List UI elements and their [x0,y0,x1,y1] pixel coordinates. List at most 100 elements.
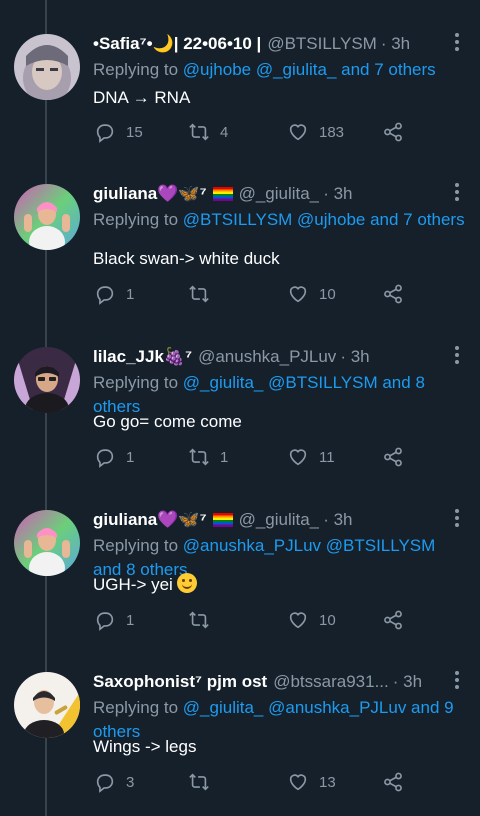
tweet-actions: 3 13 [94,770,414,794]
retweet-icon [189,611,209,629]
more-icon[interactable] [454,671,460,689]
tweet-text: Wings -> legs [93,737,197,756]
share-button[interactable] [382,282,404,306]
tweet[interactable]: Saxophonist⁷ pjm ost @btssara931... · 3h… [0,638,480,800]
like-button[interactable]: 183 [287,120,344,144]
smiling-face-emoji-icon [176,573,197,593]
tweet-header: Saxophonist⁷ pjm ost @btssara931... · 3h [93,669,450,695]
tweet-text: Black swan-> white duck [93,249,280,268]
replying-links[interactable]: @ujhobe @_giulita_ and 7 others [183,60,436,79]
avatar[interactable] [14,347,80,413]
tweet-actions: 15 4 183 [94,120,414,144]
replying-label: Replying to [93,373,179,392]
retweet-count: 1 [220,448,229,466]
timestamp[interactable]: · 3h [340,347,369,367]
like-count: 183 [319,123,345,141]
avatar[interactable] [14,34,80,100]
reply-icon [96,612,114,631]
heart-icon [289,449,307,466]
reply-icon [96,124,114,143]
reply-button[interactable]: 1 [94,608,134,632]
heart-icon [289,612,307,629]
display-name[interactable]: giuliana💜🦋⁷ [93,510,207,530]
replying-links[interactable]: @BTSILLYSM @ujhobe and 7 others [183,210,465,229]
retweet-button[interactable] [188,282,220,306]
retweet-button[interactable] [188,770,220,794]
tweet[interactable]: giuliana💜🦋⁷ @_giulita_ · 3h Replying to … [0,150,480,312]
reply-icon [96,286,114,305]
retweet-button[interactable] [188,608,220,632]
like-button[interactable]: 10 [287,608,336,632]
timestamp[interactable]: · 3h [393,672,422,692]
share-button[interactable] [382,770,404,794]
avatar[interactable] [14,672,80,738]
tweet-header: lilac_JJk🍇⁷ @anushka_PJLuv · 3h [93,344,450,370]
share-icon [384,284,402,304]
heart-icon [289,774,307,791]
reply-button[interactable]: 15 [94,120,143,144]
share-icon [384,610,402,630]
like-button[interactable]: 13 [287,770,336,794]
timestamp[interactable]: · 3h [323,184,352,204]
more-icon[interactable] [454,346,460,364]
reply-count: 1 [126,448,135,466]
timestamp[interactable]: · 3h [323,510,352,530]
share-icon [384,447,402,467]
retweet-icon [189,285,209,303]
retweet-icon [189,123,209,141]
tweet-header: giuliana💜🦋⁷ @_giulita_ · 3h [93,507,450,533]
retweet-button[interactable]: 4 [188,120,228,144]
tweet[interactable]: giuliana💜🦋⁷ @_giulita_ · 3h Replying to … [0,476,480,638]
avatar[interactable] [14,184,80,250]
more-icon[interactable] [454,33,460,51]
reply-count: 3 [126,773,135,791]
tweet-text: Go go= come come [93,412,242,431]
reply-button[interactable]: 1 [94,445,134,469]
share-button[interactable] [382,120,404,144]
retweet-count: 4 [220,123,229,141]
tweet-actions: 1 1 11 [94,445,414,469]
tweet[interactable]: lilac_JJk🍇⁷ @anushka_PJLuv · 3h Replying… [0,313,480,475]
like-count: 13 [319,773,336,791]
like-count: 11 [319,448,335,466]
tweet-actions: 1 10 [94,282,414,306]
share-button[interactable] [382,608,404,632]
tweet-header: giuliana💜🦋⁷ @_giulita_ · 3h [93,181,450,207]
tweet-text: UGH-> yei [93,573,197,597]
user-handle[interactable]: @anushka_PJLuv [198,347,336,367]
replying-label: Replying to [93,210,179,229]
reply-count: 1 [126,285,135,303]
share-icon [384,772,402,792]
display-name[interactable]: giuliana💜🦋⁷ [93,184,207,204]
reply-button[interactable]: 1 [94,282,134,306]
heart-icon [289,124,307,141]
display-name[interactable]: Saxophonist⁷ pjm ost [93,672,267,692]
heart-icon [289,286,307,303]
display-name[interactable]: •Safia⁷•🌙| 22•06•10 | [93,34,261,54]
rainbow-flag-icon [212,187,233,201]
timestamp[interactable]: · 3h [381,34,410,54]
user-handle[interactable]: @_giulita_ [239,184,320,204]
tweet-header: •Safia⁷•🌙| 22•06•10 | @BTSILLYSM · 3h [93,31,450,57]
user-handle[interactable]: @_giulita_ [239,510,320,530]
tweet-actions: 1 10 [94,608,414,632]
tweet[interactable]: •Safia⁷•🌙| 22•06•10 | @BTSILLYSM · 3h Re… [0,0,480,162]
display-name[interactable]: lilac_JJk🍇⁷ [93,347,192,367]
user-handle[interactable]: @BTSILLYSM [267,34,377,54]
reply-count: 15 [126,123,143,141]
retweet-icon [189,773,209,791]
like-button[interactable]: 10 [287,282,336,306]
reply-button[interactable]: 3 [94,770,134,794]
share-button[interactable] [382,445,404,469]
retweet-icon [189,448,209,466]
reply-icon [96,449,114,468]
more-icon[interactable] [454,509,460,527]
retweet-button[interactable]: 1 [188,445,228,469]
reply-count: 1 [126,611,135,629]
like-button[interactable]: 11 [287,445,335,469]
replying-to: Replying to @BTSILLYSM @ujhobe and 7 oth… [93,208,465,232]
avatar[interactable] [14,510,80,576]
share-icon [384,122,402,142]
user-handle[interactable]: @btssara931... [273,672,389,692]
more-icon[interactable] [454,183,460,201]
